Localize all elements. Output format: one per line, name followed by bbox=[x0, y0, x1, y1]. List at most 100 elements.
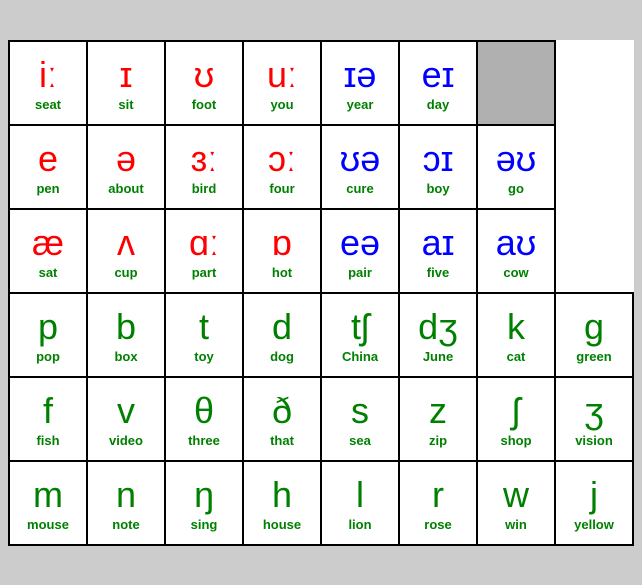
ipa-chart: iːseatɪsitʊfootuːyouɪəyeareɪdayepenəabou… bbox=[8, 40, 634, 546]
ipa-word: shop bbox=[500, 433, 531, 448]
ipa-word: house bbox=[263, 517, 301, 532]
ipa-word: rose bbox=[424, 517, 451, 532]
ipa-symbol: ʊ bbox=[194, 53, 214, 96]
ipa-cell: æsat bbox=[9, 209, 87, 293]
ipa-symbol: z bbox=[429, 389, 447, 432]
ipa-word: yellow bbox=[574, 517, 614, 532]
ipa-cell: zzip bbox=[399, 377, 477, 461]
ipa-symbol: ɜː bbox=[191, 137, 218, 180]
ipa-symbol: f bbox=[43, 389, 53, 432]
ipa-symbol: tʃ bbox=[351, 305, 369, 348]
ipa-cell: wwin bbox=[477, 461, 555, 545]
ipa-symbol: ʒ bbox=[584, 389, 604, 432]
ipa-symbol: dʒ bbox=[418, 305, 458, 348]
ipa-cell: ddog bbox=[243, 293, 321, 377]
ipa-word: toy bbox=[194, 349, 214, 364]
ipa-symbol: r bbox=[432, 473, 444, 516]
ipa-symbol: ʌ bbox=[117, 221, 135, 264]
ipa-cell: mmouse bbox=[9, 461, 87, 545]
ipa-word: four bbox=[269, 181, 294, 196]
ipa-word: pen bbox=[36, 181, 59, 196]
ipa-symbol: p bbox=[38, 305, 58, 348]
ipa-cell bbox=[477, 41, 555, 125]
ipa-cell: ŋsing bbox=[165, 461, 243, 545]
ipa-word: dog bbox=[270, 349, 294, 364]
ipa-symbol: ŋ bbox=[194, 473, 214, 516]
ipa-cell: əʊgo bbox=[477, 125, 555, 209]
ipa-symbol: j bbox=[590, 473, 598, 516]
ipa-word: sea bbox=[349, 433, 371, 448]
ipa-symbol: ɪ bbox=[120, 53, 133, 96]
ipa-symbol: eɪ bbox=[422, 53, 455, 96]
ipa-symbol: uː bbox=[267, 53, 297, 96]
ipa-word: June bbox=[423, 349, 453, 364]
ipa-cell: ɔːfour bbox=[243, 125, 321, 209]
ipa-word: sing bbox=[191, 517, 218, 532]
ipa-cell: ʊfoot bbox=[165, 41, 243, 125]
ipa-cell: ðthat bbox=[243, 377, 321, 461]
ipa-symbol: e bbox=[38, 137, 58, 180]
ipa-cell: ttoy bbox=[165, 293, 243, 377]
ipa-symbol: ʊə bbox=[340, 137, 380, 180]
ipa-cell: ɔɪboy bbox=[399, 125, 477, 209]
ipa-symbol: v bbox=[117, 389, 135, 432]
ipa-symbol: t bbox=[199, 305, 209, 348]
ipa-symbol: aʊ bbox=[496, 221, 536, 264]
ipa-cell: tʃChina bbox=[321, 293, 399, 377]
ipa-word: you bbox=[270, 97, 293, 112]
ipa-symbol: d bbox=[272, 305, 292, 348]
ipa-symbol: ɒ bbox=[272, 221, 292, 264]
ipa-cell: epen bbox=[9, 125, 87, 209]
ipa-word: China bbox=[342, 349, 378, 364]
ipa-word: zip bbox=[429, 433, 447, 448]
ipa-symbol: h bbox=[272, 473, 292, 516]
ipa-cell: θthree bbox=[165, 377, 243, 461]
ipa-word: win bbox=[505, 517, 527, 532]
ipa-cell: eɪday bbox=[399, 41, 477, 125]
ipa-symbol: ɑː bbox=[189, 221, 219, 264]
ipa-cell: əabout bbox=[87, 125, 165, 209]
ipa-symbol: s bbox=[351, 389, 369, 432]
ipa-cell: ssea bbox=[321, 377, 399, 461]
ipa-symbol: b bbox=[116, 305, 136, 348]
ipa-word: bird bbox=[192, 181, 217, 196]
ipa-symbol: m bbox=[33, 473, 63, 516]
ipa-cell: uːyou bbox=[243, 41, 321, 125]
ipa-symbol: l bbox=[356, 473, 364, 516]
ipa-word: about bbox=[108, 181, 143, 196]
ipa-symbol: æ bbox=[32, 221, 64, 264]
ipa-symbol: n bbox=[116, 473, 136, 516]
ipa-word: hot bbox=[272, 265, 292, 280]
ipa-word: part bbox=[192, 265, 217, 280]
ipa-word: seat bbox=[35, 97, 61, 112]
ipa-cell: ʌcup bbox=[87, 209, 165, 293]
ipa-cell: ɒhot bbox=[243, 209, 321, 293]
ipa-cell: hhouse bbox=[243, 461, 321, 545]
ipa-cell: kcat bbox=[477, 293, 555, 377]
ipa-word: cat bbox=[507, 349, 526, 364]
ipa-cell: bbox bbox=[87, 293, 165, 377]
ipa-cell: ʊəcure bbox=[321, 125, 399, 209]
ipa-word: sat bbox=[39, 265, 58, 280]
ipa-word: day bbox=[427, 97, 449, 112]
ipa-word: sit bbox=[118, 97, 133, 112]
ipa-cell: ppop bbox=[9, 293, 87, 377]
ipa-cell: jyellow bbox=[555, 461, 633, 545]
ipa-word: fish bbox=[36, 433, 59, 448]
ipa-cell: ɑːpart bbox=[165, 209, 243, 293]
ipa-word: video bbox=[109, 433, 143, 448]
ipa-word: cup bbox=[114, 265, 137, 280]
ipa-word: mouse bbox=[27, 517, 69, 532]
ipa-word: that bbox=[270, 433, 294, 448]
ipa-cell: ɪəyear bbox=[321, 41, 399, 125]
ipa-word: pair bbox=[348, 265, 372, 280]
ipa-cell: vvideo bbox=[87, 377, 165, 461]
ipa-word: foot bbox=[192, 97, 217, 112]
ipa-symbol: ɔː bbox=[268, 137, 296, 180]
ipa-word: note bbox=[112, 517, 139, 532]
ipa-word: lion bbox=[348, 517, 371, 532]
ipa-cell: ɪsit bbox=[87, 41, 165, 125]
ipa-cell: ʃshop bbox=[477, 377, 555, 461]
ipa-symbol: ʃ bbox=[512, 389, 520, 432]
ipa-word: three bbox=[188, 433, 220, 448]
